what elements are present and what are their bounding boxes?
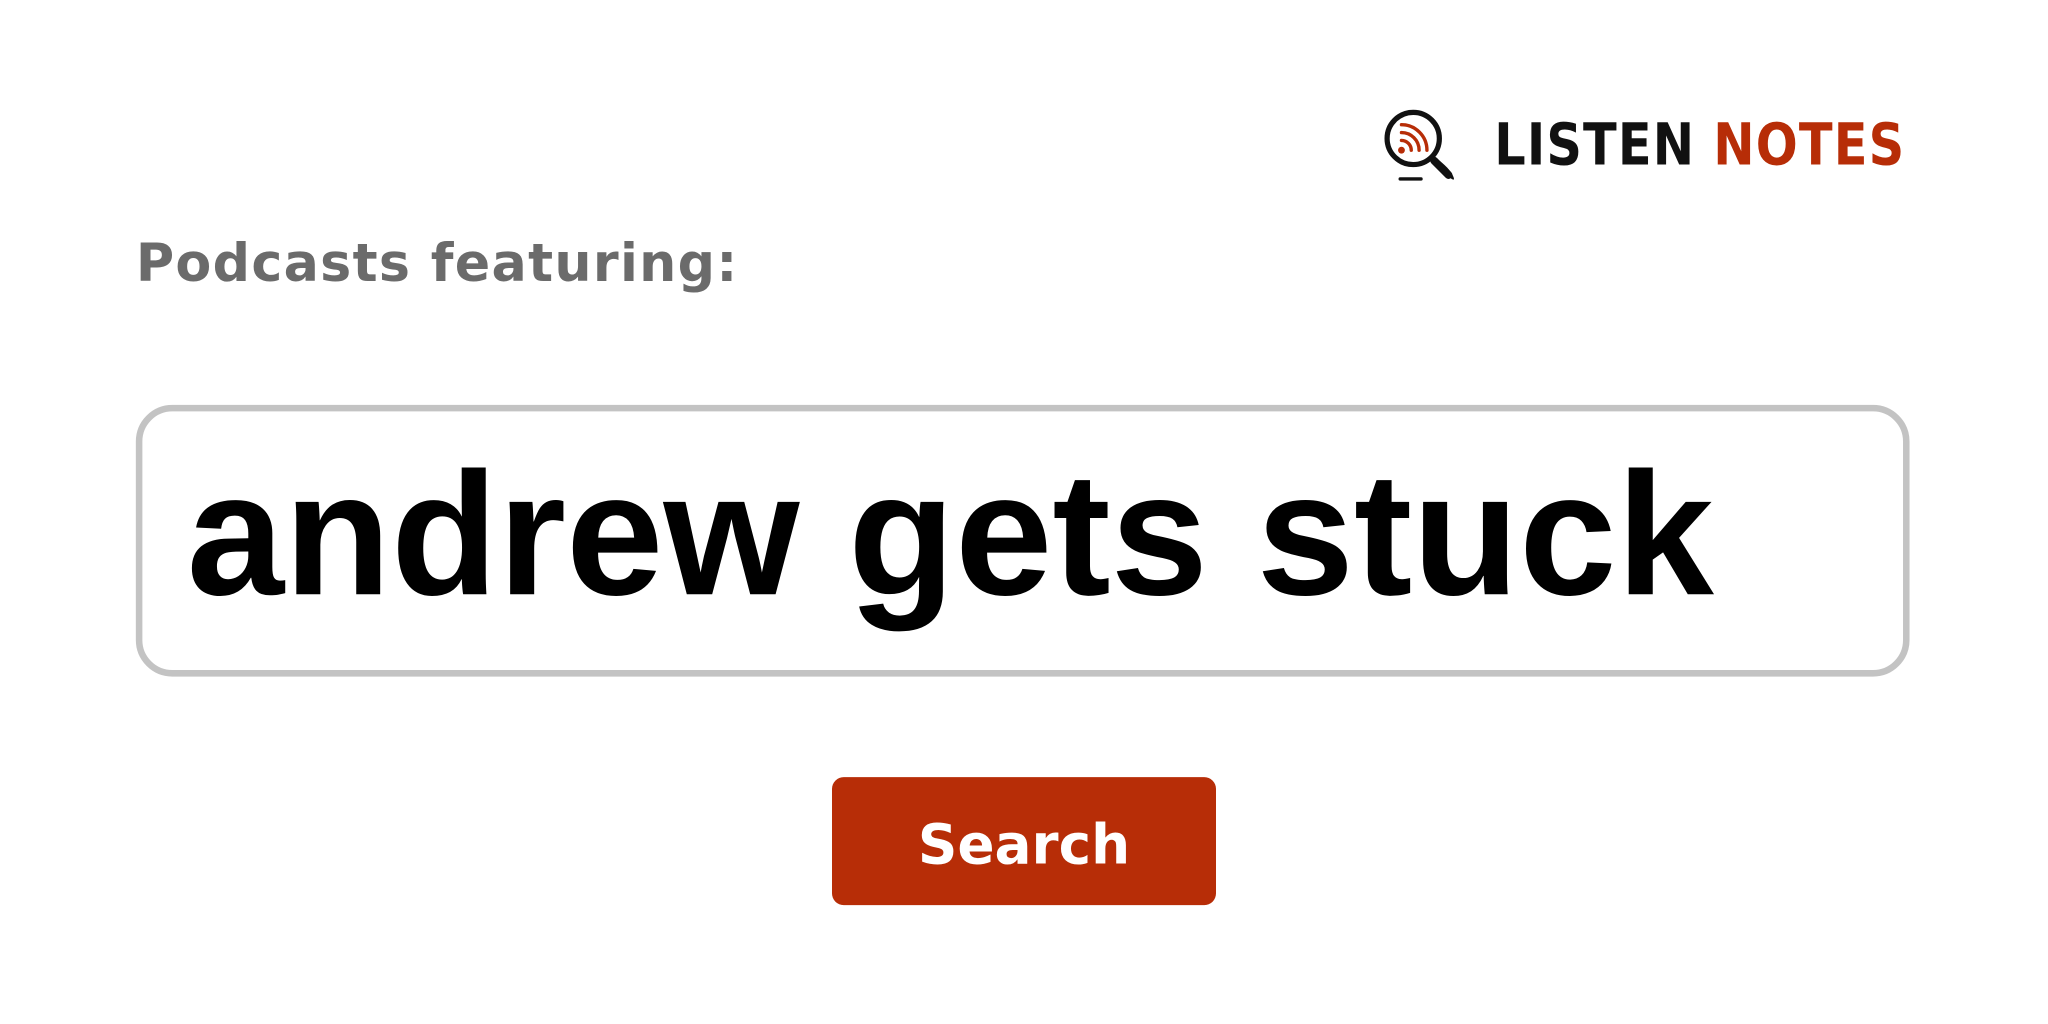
- search-input[interactable]: andrew gets stuck: [135, 404, 1910, 677]
- search-button[interactable]: Search: [831, 777, 1216, 906]
- page: LISTEN NOTES Podcasts featuring: andrew …: [0, 0, 2048, 1024]
- brand-wordmark: LISTEN NOTES: [1494, 112, 1906, 179]
- search-input-value: andrew gets stuck: [186, 437, 1714, 633]
- magnifier-podcast-icon: [1384, 109, 1454, 181]
- brand-logo[interactable]: LISTEN NOTES: [1382, 107, 1972, 185]
- search-button-label: Search: [917, 811, 1131, 876]
- brand-word-listen: LISTEN: [1494, 112, 1696, 179]
- brand-word-notes: NOTES: [1713, 112, 1906, 179]
- search-label: Podcasts featuring:: [135, 233, 739, 294]
